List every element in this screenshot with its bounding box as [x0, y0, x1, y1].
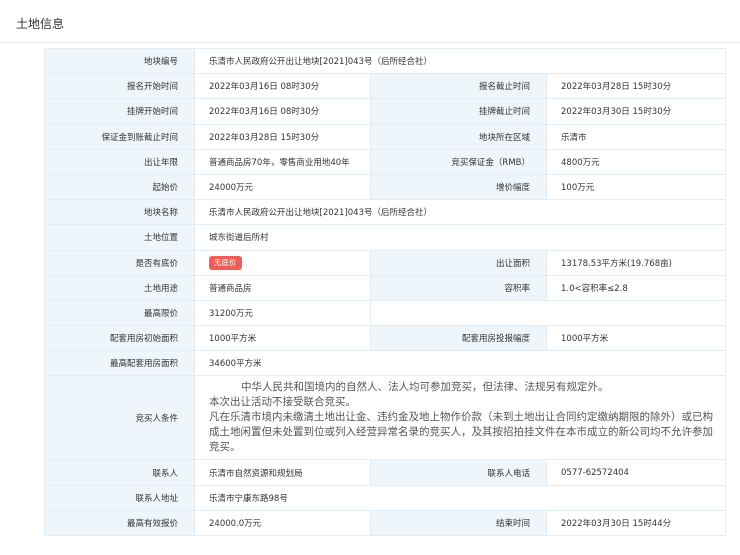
- region-value: 乐清市: [545, 123, 727, 150]
- table-row: 报名开始时间 2022年03月16日 08时30分 报名截止时间 2022年03…: [44, 73, 727, 100]
- facility-bid-increment-label: 配套用房投报幅度: [370, 325, 547, 352]
- table-row: 联系人地址 乐清市宁康东路98号: [44, 484, 727, 511]
- table-row: 土地位置 城东街道后所村: [44, 224, 727, 251]
- facility-initial-area-value: 1000平方米: [194, 325, 371, 352]
- land-use-label: 土地用途: [44, 274, 195, 301]
- contact-label: 联系人: [44, 459, 195, 486]
- max-price-value: 31200万元: [194, 299, 371, 327]
- table-row: 最高限价 31200万元: [44, 299, 727, 327]
- land-info-panel: 土地信息 地块编号 乐清市人民政府公开出让地块[2021]043号（后所经合社）…: [0, 0, 740, 555]
- starting-price-label: 起始价: [44, 173, 195, 201]
- condition-paragraph: 本次出让活动不接受联合竞买。: [209, 396, 356, 409]
- table-row: 起始价 24000万元 增价幅度 100万元: [44, 173, 727, 201]
- increment-value: 100万元: [545, 173, 727, 201]
- highest-bid-value: 24000.0万元: [194, 509, 371, 537]
- reserve-price-label: 是否有底价: [44, 249, 195, 276]
- facility-initial-area-label: 配套用房初始面积: [44, 325, 195, 352]
- table-row: 最高有效报价 24000.0万元 结束时间 2022年03月30日 15时44分: [44, 509, 727, 537]
- table-row: 保证金到账截止时间 2022年03月28日 15时30分 地块所在区域 乐清市: [44, 123, 727, 150]
- parcel-name-value: 乐清市人民政府公开出让地块[2021]043号（后所经合社）: [193, 199, 727, 226]
- table-row: 竞买人条件 中华人民共和国境内的自然人、法人均可参加竞买，但法律、法规另有规定外…: [44, 375, 727, 461]
- table-row: 配套用房初始面积 1000平方米 配套用房投报幅度 1000平方米: [44, 325, 727, 352]
- registration-start-value: 2022年03月16日 08时30分: [194, 73, 371, 100]
- contact-address-label: 联系人地址: [44, 484, 195, 511]
- parcel-name-label: 地块名称: [44, 199, 195, 226]
- max-facility-area-label: 最高配套用房面积: [44, 350, 195, 377]
- lease-term-label: 出让年限: [44, 148, 195, 175]
- empty-cell: [369, 299, 727, 327]
- parcel-number-label: 地块编号: [44, 47, 195, 75]
- area-value: 13178.53平方米(19.768亩): [545, 249, 727, 276]
- lease-term-value: 普通商品房70年，零售商业用地40年: [194, 148, 371, 175]
- contact-phone-value: 0577-62572404: [545, 459, 727, 486]
- land-location-value: 城东街道后所村: [193, 224, 727, 251]
- land-use-value: 普通商品房: [194, 274, 371, 301]
- condition-paragraph: 中华人民共和国境内的自然人、法人均可参加竞买，但法律、法规另有规定外。: [241, 381, 609, 394]
- section-title: 土地信息: [16, 17, 65, 31]
- table-row: 地块名称 乐清市人民政府公开出让地块[2021]043号（后所经合社）: [44, 199, 727, 226]
- no-reserve-badge: 无底价: [209, 255, 242, 270]
- table-row: 最高配套用房面积 34600平方米: [44, 350, 727, 377]
- table-row: 地块编号 乐清市人民政府公开出让地块[2021]043号（后所经合社）: [44, 47, 727, 75]
- registration-start-label: 报名开始时间: [44, 73, 195, 100]
- starting-price-value: 24000万元: [194, 173, 371, 201]
- contact-address-value: 乐清市宁康东路98号: [193, 484, 727, 511]
- max-facility-area-value: 34600平方米: [193, 350, 727, 377]
- table-row: 出让年限 普通商品房70年，零售商业用地40年 竞买保证金（RMB） 4800万…: [44, 148, 727, 175]
- deposit-deadline-value: 2022年03月28日 15时30分: [194, 123, 371, 150]
- reserve-price-cell: 无底价: [194, 249, 371, 276]
- title-divider: [0, 42, 740, 43]
- land-location-label: 土地位置: [44, 224, 195, 251]
- listing-start-value: 2022年03月16日 08时30分: [194, 98, 371, 125]
- end-time-value: 2022年03月30日 15时44分: [545, 509, 727, 537]
- land-info-table: 地块编号 乐清市人民政府公开出让地块[2021]043号（后所经合社） 报名开始…: [44, 47, 727, 537]
- bidder-conditions-value: 中华人民共和国境内的自然人、法人均可参加竞买，但法律、法规另有规定外。 本次出让…: [193, 375, 727, 461]
- listing-end-value: 2022年03月30日 15时30分: [545, 98, 727, 125]
- registration-end-value: 2022年03月28日 15时30分: [545, 73, 727, 100]
- highest-bid-label: 最高有效报价: [44, 509, 195, 537]
- plot-ratio-value: 1.0<容积率≤2.8: [545, 274, 727, 301]
- bid-deposit-value: 4800万元: [545, 148, 727, 175]
- bid-deposit-label: 竞买保证金（RMB）: [370, 148, 547, 175]
- contact-phone-label: 联系人电话: [370, 459, 547, 486]
- listing-start-label: 挂牌开始时间: [44, 98, 195, 125]
- parcel-number-value: 乐清市人民政府公开出让地块[2021]043号（后所经合社）: [193, 47, 727, 75]
- bidder-conditions-label: 竞买人条件: [44, 375, 195, 461]
- facility-bid-increment-value: 1000平方米: [545, 325, 727, 352]
- region-label: 地块所在区域: [370, 123, 547, 150]
- table-row: 是否有底价 无底价 出让面积 13178.53平方米(19.768亩): [44, 249, 727, 276]
- table-row: 联系人 乐清市自然资源和规划局 联系人电话 0577-62572404: [44, 459, 727, 486]
- max-price-label: 最高限价: [44, 299, 195, 327]
- registration-end-label: 报名截止时间: [370, 73, 547, 100]
- end-time-label: 结束时间: [370, 509, 547, 537]
- area-label: 出让面积: [370, 249, 547, 276]
- table-row: 土地用途 普通商品房 容积率 1.0<容积率≤2.8: [44, 274, 727, 301]
- table-row: 挂牌开始时间 2022年03月16日 08时30分 挂牌截止时间 2022年03…: [44, 98, 727, 125]
- contact-value: 乐清市自然资源和规划局: [194, 459, 371, 486]
- increment-label: 增价幅度: [370, 173, 547, 201]
- condition-paragraph: 凡在乐清市境内未缴清土地出让金、违约金及地上物作价款（未到土地出让合同约定缴纳期…: [209, 411, 713, 454]
- deposit-deadline-label: 保证金到账截止时间: [44, 123, 195, 150]
- listing-end-label: 挂牌截止时间: [370, 98, 547, 125]
- plot-ratio-label: 容积率: [370, 274, 547, 301]
